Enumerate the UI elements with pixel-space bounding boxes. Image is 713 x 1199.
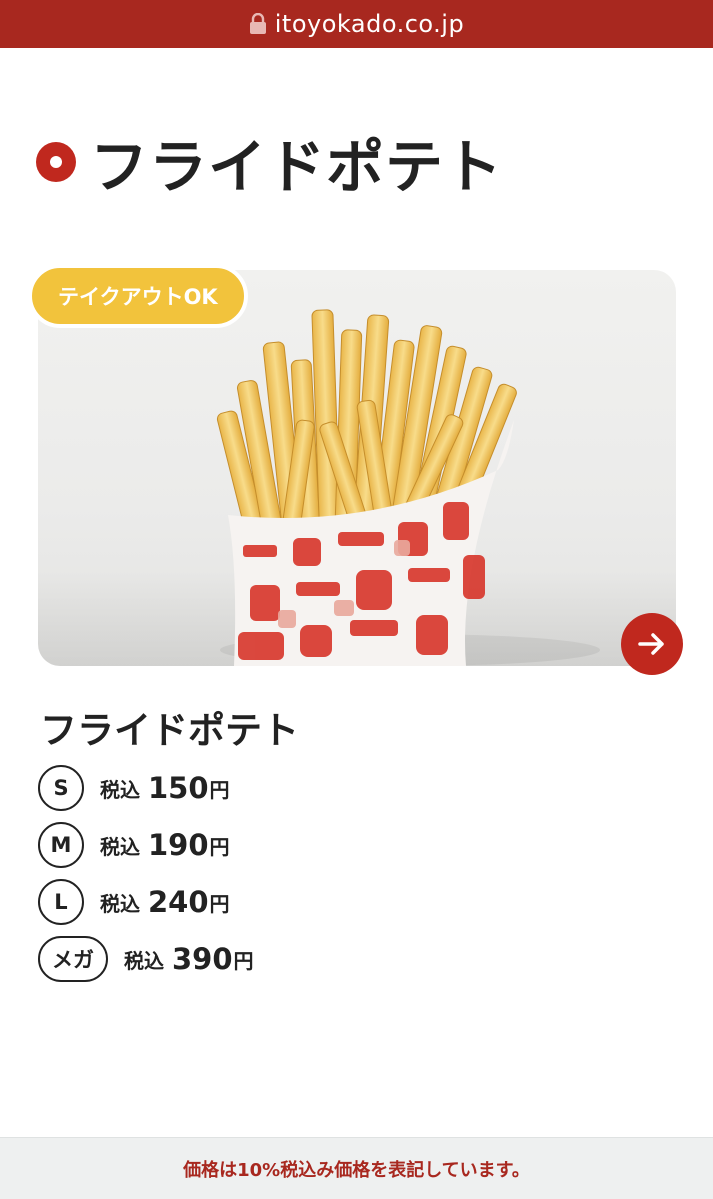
page-heading: フライドポテト [36,120,503,204]
size-badge: S [38,765,84,811]
currency-unit: 円 [209,834,230,859]
price-list: S 税込 150 円 M 税込 190 円 L 税込 240 円 メガ 税込 3… [38,764,254,992]
product-name: フライドポテト [40,709,299,752]
size-badge: メガ [38,936,108,982]
circle-dot-icon [36,142,76,182]
price-value: 150 [148,771,209,805]
price-row-m: M 税込 190 円 [38,821,254,869]
tax-label: 税込 [100,891,140,916]
next-button[interactable] [621,613,683,675]
price-value: 190 [148,828,209,862]
product-image[interactable] [38,270,676,666]
tax-label: 税込 [100,834,140,859]
arrow-right-icon [638,633,664,655]
currency-unit: 円 [209,891,230,916]
tax-label: 税込 [124,948,164,973]
price-row-l: L 税込 240 円 [38,878,254,926]
url-text: itoyokado.co.jp [274,10,465,38]
lock-icon [249,13,266,34]
size-badge: L [38,879,84,925]
currency-unit: 円 [209,777,230,802]
french-fries-image [38,309,676,666]
tax-label: 税込 [100,777,140,802]
price-value: 390 [172,942,233,976]
footer: 価格は10%税込み価格を表記しています。 [0,1137,713,1199]
price-row-mega: メガ 税込 390 円 [38,935,254,983]
price-note: 価格は10%税込み価格を表記しています。 [183,1159,530,1181]
page-title: フライドポテト [90,133,504,201]
price-row-s: S 税込 150 円 [38,764,254,812]
currency-unit: 円 [233,948,254,973]
price-value: 240 [148,885,209,919]
browser-url-bar[interactable]: itoyokado.co.jp [0,0,713,48]
takeout-badge: テイクアウトOK [28,264,248,328]
size-badge: M [38,822,84,868]
